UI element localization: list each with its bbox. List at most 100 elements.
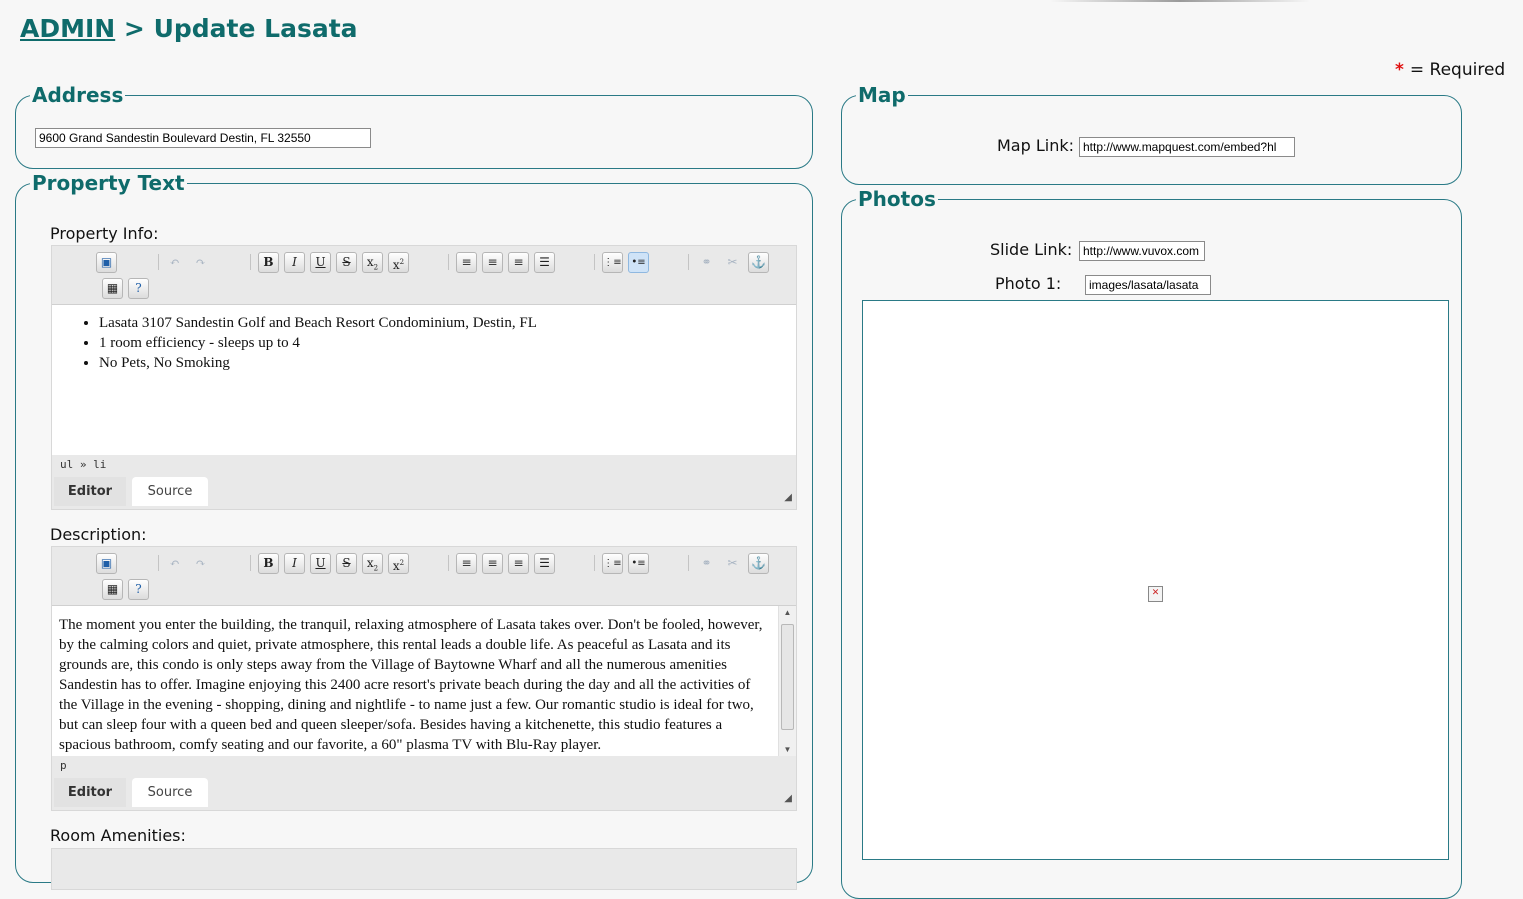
- scroll-up-icon[interactable]: ▲: [779, 608, 796, 617]
- slide-link-input[interactable]: http://www.vuvox.com: [1079, 241, 1205, 261]
- map-link-label: Map Link:: [997, 136, 1075, 155]
- property-text-panel: Property Text Property Info: ▣ ↶ ↷ B I U…: [15, 170, 813, 890]
- description-content[interactable]: The moment you enter the building, the t…: [52, 606, 796, 756]
- page-title: ADMIN > Update Lasata: [20, 14, 358, 43]
- undo-icon[interactable]: ↶: [164, 553, 185, 574]
- undo-icon[interactable]: ↶: [164, 252, 185, 273]
- admin-link[interactable]: ADMIN: [20, 14, 115, 43]
- map-link-input[interactable]: http://www.mapquest.com/embed?hl: [1079, 137, 1295, 157]
- toolbar-separator: [594, 555, 595, 571]
- ordered-list-icon[interactable]: ⋮≡: [602, 553, 623, 574]
- toolbar-separator: [158, 254, 159, 270]
- unordered-list-icon[interactable]: •≡: [628, 252, 649, 273]
- property-text-legend: Property Text: [30, 170, 187, 196]
- photo1-input[interactable]: images/lasata/lasata: [1085, 275, 1211, 295]
- bold-button[interactable]: B: [258, 553, 279, 574]
- description-editor: ▣ ↶ ↷ B I U S x2 x2 ≡ ≡ ≡ ☰ ⋮≡ •≡ ⚭ ✂ ⚓ …: [51, 546, 797, 811]
- editor-toolbar: ▣ ↶ ↷ B I U S x2 x2 ≡ ≡ ≡ ☰ ⋮≡ •≡ ⚭ ✂ ⚓ …: [52, 547, 796, 606]
- element-path: p: [52, 756, 796, 776]
- editor-tabs: Editor Source ◢: [52, 475, 796, 509]
- toolbar-separator: [594, 254, 595, 270]
- required-label: = Required: [1409, 60, 1506, 80]
- description-scrollbar[interactable]: ▲ ▼: [778, 606, 796, 756]
- align-center-icon[interactable]: ≡: [482, 553, 503, 574]
- list-item: Lasata 3107 Sandestin Golf and Beach Res…: [99, 313, 796, 333]
- subscript-button[interactable]: x2: [362, 252, 383, 273]
- editor-tabs: Editor Source ◢: [52, 776, 796, 810]
- slide-link-label: Slide Link:: [990, 240, 1073, 259]
- broken-image-icon: ✕: [1148, 586, 1163, 602]
- tab-source[interactable]: Source: [132, 778, 208, 807]
- list-item: No Pets, No Smoking: [99, 353, 796, 373]
- map-panel: Map Map Link: http://www.mapquest.com/em…: [841, 82, 1462, 185]
- anchor-icon[interactable]: ⚓: [748, 252, 769, 273]
- help-icon[interactable]: ?: [128, 579, 149, 600]
- scroll-down-icon[interactable]: ▼: [779, 745, 796, 754]
- toolbar-separator: [448, 555, 449, 571]
- top-decorative-line: [1050, 0, 1310, 2]
- title-separator: >: [123, 14, 145, 43]
- toolbar-separator: [688, 254, 689, 270]
- description-text: The moment you enter the building, the t…: [59, 617, 763, 753]
- justify-icon[interactable]: ☰: [534, 252, 555, 273]
- align-center-icon[interactable]: ≡: [482, 252, 503, 273]
- tab-editor[interactable]: Editor: [54, 477, 126, 506]
- required-note: * = Required: [1395, 60, 1505, 80]
- underline-button[interactable]: U: [310, 252, 331, 273]
- subscript-button[interactable]: x2: [362, 553, 383, 574]
- resize-handle-icon[interactable]: ◢: [784, 793, 792, 804]
- bold-button[interactable]: B: [258, 252, 279, 273]
- italic-button[interactable]: I: [284, 553, 305, 574]
- room-amenities-editor-top: [51, 848, 797, 890]
- address-input[interactable]: 9600 Grand Sandestin Boulevard Destin, F…: [35, 128, 371, 148]
- help-icon[interactable]: ?: [128, 278, 149, 299]
- list-item: 1 room efficiency - sleeps up to 4: [99, 333, 796, 353]
- redo-icon[interactable]: ↷: [190, 252, 211, 273]
- editor-toolbar: ▣ ↶ ↷ B I U S x2 x2 ≡ ≡ ≡ ☰ ⋮≡ •≡ ⚭ ✂ ⚓ …: [52, 246, 796, 305]
- tab-source[interactable]: Source: [132, 477, 208, 506]
- justify-icon[interactable]: ☰: [534, 553, 555, 574]
- superscript-button[interactable]: x2: [388, 553, 409, 574]
- align-left-icon[interactable]: ≡: [456, 252, 477, 273]
- strikethrough-button[interactable]: S: [336, 252, 357, 273]
- superscript-button[interactable]: x2: [388, 252, 409, 273]
- room-amenities-label: Room Amenities:: [50, 826, 186, 845]
- address-panel: Address 9600 Grand Sandestin Boulevard D…: [15, 82, 813, 169]
- link-icon[interactable]: ⚭: [696, 553, 717, 574]
- align-right-icon[interactable]: ≡: [508, 553, 529, 574]
- maximize-icon[interactable]: ▦: [102, 579, 123, 600]
- unordered-list-icon[interactable]: •≡: [628, 553, 649, 574]
- photo-preview: ✕: [862, 300, 1449, 860]
- photo1-label: Photo 1:: [995, 274, 1062, 293]
- ordered-list-icon[interactable]: ⋮≡: [602, 252, 623, 273]
- element-path: ul » li: [52, 455, 796, 475]
- property-info-label: Property Info:: [50, 224, 159, 243]
- map-legend: Map: [856, 82, 908, 108]
- strikethrough-button[interactable]: S: [336, 553, 357, 574]
- toolbar-separator: [250, 254, 251, 270]
- toolbar-separator: [688, 555, 689, 571]
- anchor-icon[interactable]: ⚓: [748, 553, 769, 574]
- align-right-icon[interactable]: ≡: [508, 252, 529, 273]
- resize-handle-icon[interactable]: ◢: [784, 492, 792, 503]
- link-icon[interactable]: ⚭: [696, 252, 717, 273]
- scrollbar-thumb[interactable]: [781, 624, 794, 730]
- required-star: *: [1395, 60, 1404, 80]
- toolbar-separator: [448, 254, 449, 270]
- property-info-list: Lasata 3107 Sandestin Golf and Beach Res…: [52, 313, 796, 373]
- property-info-content[interactable]: Lasata 3107 Sandestin Golf and Beach Res…: [52, 305, 796, 455]
- photos-legend: Photos: [856, 186, 938, 212]
- page-title-text: Update Lasata: [153, 14, 358, 43]
- unlink-icon[interactable]: ✂: [722, 553, 743, 574]
- redo-icon[interactable]: ↷: [190, 553, 211, 574]
- unlink-icon[interactable]: ✂: [722, 252, 743, 273]
- align-left-icon[interactable]: ≡: [456, 553, 477, 574]
- maximize-icon[interactable]: ▦: [102, 278, 123, 299]
- tab-editor[interactable]: Editor: [54, 778, 126, 807]
- save-icon[interactable]: ▣: [96, 553, 117, 574]
- italic-button[interactable]: I: [284, 252, 305, 273]
- underline-button[interactable]: U: [310, 553, 331, 574]
- description-label: Description:: [50, 525, 147, 544]
- toolbar-separator: [250, 555, 251, 571]
- save-icon[interactable]: ▣: [96, 252, 117, 273]
